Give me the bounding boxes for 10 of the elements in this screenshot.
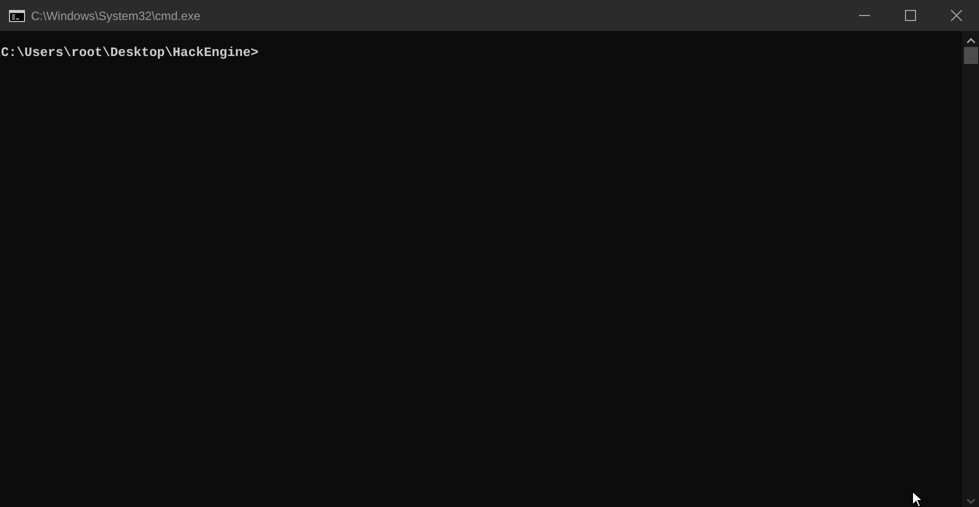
scrollbar-thumb[interactable]: [964, 47, 978, 64]
console-app-icon: [9, 10, 25, 22]
scrollbar[interactable]: [962, 31, 979, 507]
scroll-up-icon: [966, 38, 974, 43]
window-title: C:\Windows\System32\cmd.exe: [31, 8, 200, 24]
minimize-icon: [858, 15, 870, 16]
maximize-icon: [904, 10, 916, 21]
close-icon: [950, 10, 962, 21]
scroll-down-icon: [966, 499, 974, 504]
console-line: C:\Users\root\Desktop\HackEngine>: [1, 45, 260, 61]
